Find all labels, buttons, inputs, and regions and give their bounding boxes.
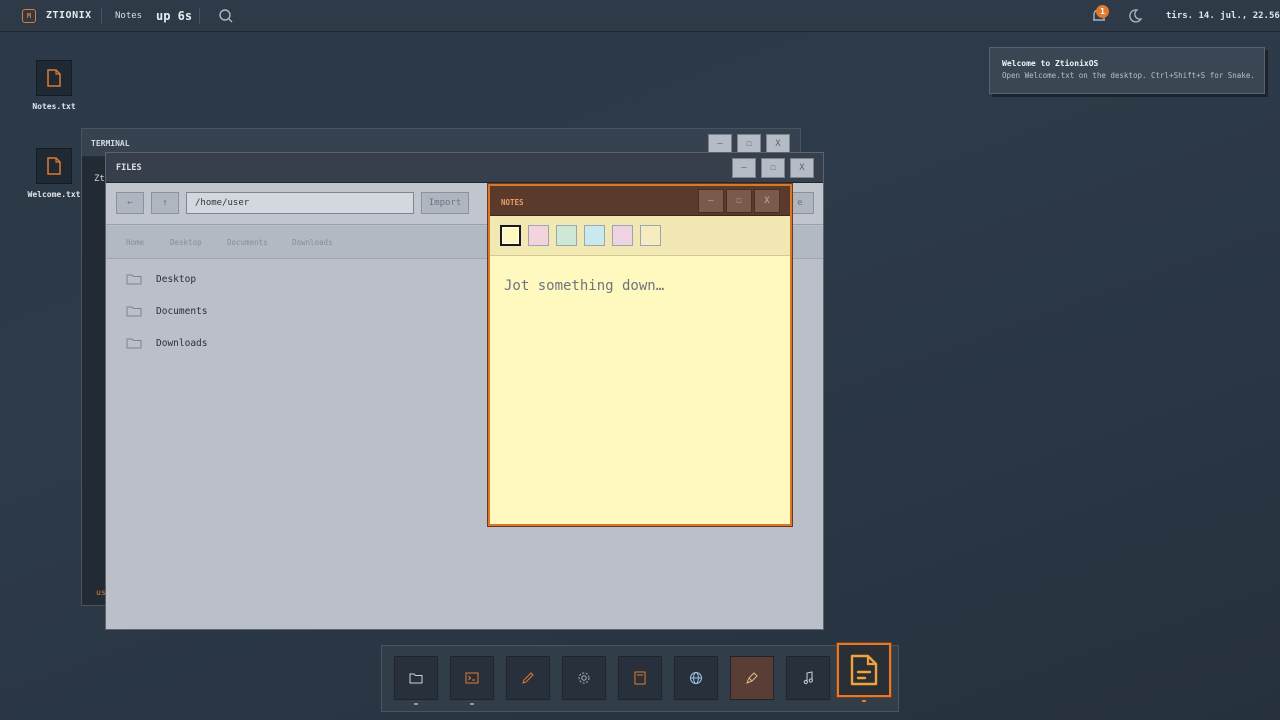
minimize-button[interactable]: – xyxy=(708,134,732,154)
globe-icon xyxy=(690,672,702,684)
notification-badge: 1 xyxy=(1096,5,1109,18)
search-icon[interactable] xyxy=(217,7,235,25)
close-button[interactable]: X xyxy=(766,134,790,154)
folder-name: Downloads xyxy=(156,337,208,349)
quick-link-documents[interactable]: Documents xyxy=(227,238,268,247)
import-button[interactable]: Import xyxy=(421,192,469,214)
dock-notes[interactable] xyxy=(837,643,891,697)
folder-icon xyxy=(126,306,142,317)
folder-icon xyxy=(126,274,142,285)
maximize-button[interactable]: ☐ xyxy=(726,189,752,213)
divider xyxy=(199,8,200,24)
folder-item[interactable]: Desktop xyxy=(126,271,196,287)
uptime-readout: up 6s xyxy=(156,9,193,23)
active-app-name: Notes xyxy=(115,11,143,21)
quick-link-desktop[interactable]: Desktop xyxy=(170,238,202,247)
file-icon xyxy=(36,60,72,96)
color-swatch-pink[interactable] xyxy=(528,225,549,246)
desktop-icon-welcome[interactable]: Welcome.txt xyxy=(24,148,84,199)
file-icon xyxy=(36,148,72,184)
toast-body: Open Welcome.txt on the desktop. Ctrl+Sh… xyxy=(1002,71,1255,80)
up-button[interactable]: ↑ xyxy=(151,192,179,214)
clock[interactable]: tirs. 14. jul., 22.56 xyxy=(1166,11,1280,21)
color-swatch-yellow[interactable] xyxy=(500,225,521,246)
notes-window[interactable]: NOTES – ☐ X Jot something down… xyxy=(488,184,792,526)
color-swatch-cream[interactable] xyxy=(640,225,661,246)
maximize-button[interactable]: ☐ xyxy=(761,158,785,178)
quick-link-home[interactable]: Home xyxy=(126,238,144,247)
welcome-toast[interactable]: Welcome to ZtionixOS Open Welcome.txt on… xyxy=(989,47,1265,94)
ztionix-logo-icon[interactable]: M xyxy=(22,9,36,23)
terminal-icon xyxy=(465,672,479,684)
running-indicator xyxy=(862,700,866,702)
desktop-icon-label: Welcome.txt xyxy=(27,190,81,199)
gear-icon xyxy=(578,672,590,684)
color-swatch-lavender[interactable] xyxy=(612,225,633,246)
color-swatch-bar xyxy=(490,216,790,256)
dock-browser[interactable] xyxy=(674,656,718,700)
folder-icon xyxy=(409,673,423,684)
top-bar: M ZTIONIX Notes up 6s 1 tirs. 14. jul., … xyxy=(0,0,1280,32)
dock-files[interactable] xyxy=(394,656,438,700)
close-button[interactable]: X xyxy=(790,158,814,178)
color-swatch-green[interactable] xyxy=(556,225,577,246)
folder-item[interactable]: Downloads xyxy=(126,335,207,351)
close-button[interactable]: X xyxy=(754,189,780,213)
notes-titlebar[interactable]: NOTES – ☐ X xyxy=(490,186,790,216)
window-title: TERMINAL xyxy=(91,139,130,148)
quick-link-downloads[interactable]: Downloads xyxy=(292,238,333,247)
desktop-icon-notes[interactable]: Notes.txt xyxy=(24,60,84,111)
divider xyxy=(101,8,102,24)
folder-name: Documents xyxy=(156,305,208,317)
calculator-icon xyxy=(634,671,646,685)
folder-name: Desktop xyxy=(156,273,197,285)
window-title: FILES xyxy=(116,163,142,173)
minimize-button[interactable]: – xyxy=(732,158,756,178)
path-input[interactable]: /home/user xyxy=(186,192,414,214)
back-button[interactable]: ← xyxy=(116,192,144,214)
note-textarea[interactable]: Jot something down… xyxy=(504,278,664,294)
dock xyxy=(381,643,899,712)
window-title: NOTES xyxy=(501,198,524,207)
notes-icon xyxy=(850,654,878,686)
folder-item[interactable]: Documents xyxy=(126,303,207,319)
maximize-button[interactable]: ☐ xyxy=(737,134,761,154)
dock-music[interactable] xyxy=(786,656,830,700)
dock-paint[interactable] xyxy=(730,656,774,700)
dock-calculator[interactable] xyxy=(618,656,662,700)
running-indicator xyxy=(414,703,418,705)
folder-icon xyxy=(126,338,142,349)
toast-title: Welcome to ZtionixOS xyxy=(1002,59,1099,68)
color-swatch-blue[interactable] xyxy=(584,225,605,246)
desktop-icon-label: Notes.txt xyxy=(32,102,76,111)
dock-terminal[interactable] xyxy=(450,656,494,700)
terminal-output: Zt xyxy=(94,174,105,184)
running-indicator xyxy=(470,703,474,705)
moon-icon[interactable] xyxy=(1126,7,1144,25)
brush-icon xyxy=(746,672,758,684)
pen-icon xyxy=(522,672,534,684)
music-note-icon xyxy=(803,671,813,685)
dock-editor[interactable] xyxy=(506,656,550,700)
brand-name[interactable]: ZTIONIX xyxy=(46,10,92,21)
dock-settings[interactable] xyxy=(562,656,606,700)
minimize-button[interactable]: – xyxy=(698,189,724,213)
files-titlebar[interactable]: FILES – ☐ X xyxy=(106,153,823,183)
